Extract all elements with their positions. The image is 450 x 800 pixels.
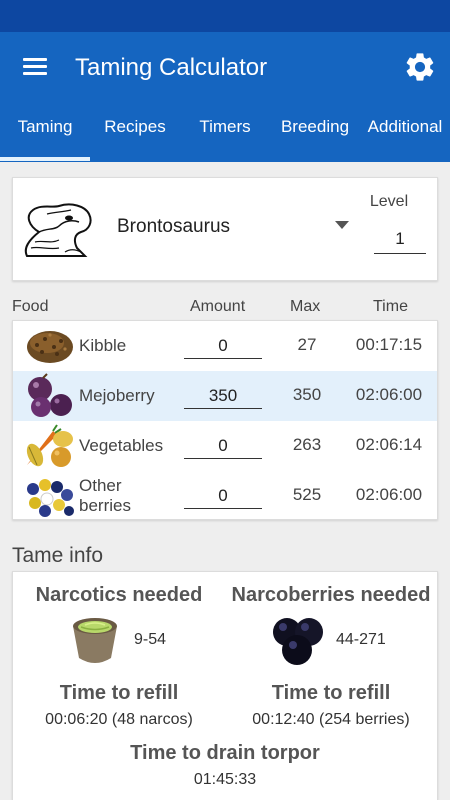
amount-input-vegetables[interactable]: 0 (184, 431, 262, 459)
narcotics-range: 9-54 (134, 631, 167, 648)
narcotics-refill-label: Time to refill (59, 682, 179, 704)
max-value-mejoberry: 350 (292, 385, 322, 404)
amount-input-kibble[interactable]: 0 (184, 331, 262, 359)
level-label: Level (369, 193, 409, 210)
creature-dropdown-arrow-icon[interactable] (335, 221, 349, 229)
food-name-other-berries-line1: Other (79, 476, 122, 495)
amount-input-other-berries[interactable]: 0 (184, 481, 262, 509)
narcoberries-range: 44-271 (336, 631, 386, 648)
narcoberries-refill-label: Time to refill (271, 682, 391, 704)
food-name-other-berries-line2: berries (79, 496, 131, 515)
kibble-icon (23, 323, 77, 369)
torpor-drain-value: 01:45:33 (193, 771, 257, 788)
time-value-mejoberry: 02:06:00 (355, 385, 423, 404)
tab-taming[interactable]: Taming (0, 104, 90, 162)
food-row-kibble[interactable]: Kibble 0 27 00:17:15 (13, 321, 437, 371)
tab-recipes[interactable]: Recipes (90, 104, 180, 162)
narcoberries-refill-value: 00:12:40 (254 berries) (252, 711, 410, 728)
amount-column-header: Amount (190, 298, 246, 315)
max-column-header: Max (290, 298, 321, 315)
tab-bar: Taming Recipes Timers Breeding Additiona… (0, 104, 450, 162)
narcotic-icon (67, 612, 123, 668)
active-tab-indicator (0, 157, 90, 161)
narcotics-needed-label: Narcotics needed (35, 584, 203, 606)
vegetables-icon (23, 423, 77, 469)
time-value-other-berries: 02:06:00 (355, 485, 423, 504)
max-value-vegetables: 263 (292, 435, 322, 454)
app-title: Taming Calculator (75, 54, 268, 81)
food-row-vegetables[interactable]: Vegetables 0 263 02:06:14 (13, 421, 437, 471)
app-bar: Taming Calculator (0, 32, 450, 104)
creature-name[interactable]: Brontosaurus (117, 216, 230, 238)
mejoberry-icon (23, 373, 77, 419)
food-row-mejoberry[interactable]: Mejoberry 350 350 02:06:00 (13, 371, 437, 421)
food-column-header: Food (12, 298, 49, 315)
narcoberry-icon (267, 614, 331, 668)
max-value-other-berries: 525 (292, 485, 322, 504)
time-column-header: Time (373, 298, 408, 315)
tame-info-title: Tame info (12, 544, 104, 567)
time-value-kibble: 00:17:15 (355, 335, 423, 354)
food-table: Kibble 0 27 00:17:15 Mejoberry 350 350 0… (12, 320, 438, 520)
food-name-kibble: Kibble (79, 336, 127, 355)
narcoberries-needed-label: Narcoberries needed (231, 584, 431, 606)
tab-breeding[interactable]: Breeding (270, 104, 360, 162)
brontosaurus-icon (19, 196, 95, 260)
food-row-other-berries[interactable]: Other berries 0 525 02:06:00 (13, 471, 437, 521)
menu-icon[interactable] (18, 52, 52, 82)
level-input[interactable]: 1 (374, 226, 426, 254)
torpor-drain-label: Time to drain torpor (130, 742, 320, 764)
narcotics-refill-value: 00:06:20 (48 narcos) (45, 711, 193, 728)
food-name-mejoberry: Mejoberry (79, 386, 155, 405)
gear-icon[interactable] (403, 50, 437, 84)
tab-timers[interactable]: Timers (180, 104, 270, 162)
food-name-vegetables: Vegetables (79, 436, 164, 455)
tab-additional[interactable]: Additional (360, 104, 450, 162)
creature-card: Brontosaurus Level 1 (12, 177, 438, 281)
tame-info-card: Narcotics needed Narcoberries needed 9-5… (12, 571, 438, 800)
amount-input-mejoberry[interactable]: 350 (184, 381, 262, 409)
max-value-kibble: 27 (297, 335, 317, 354)
status-bar (0, 0, 450, 32)
time-value-vegetables: 02:06:14 (355, 435, 423, 454)
other-berries-icon (23, 473, 77, 519)
